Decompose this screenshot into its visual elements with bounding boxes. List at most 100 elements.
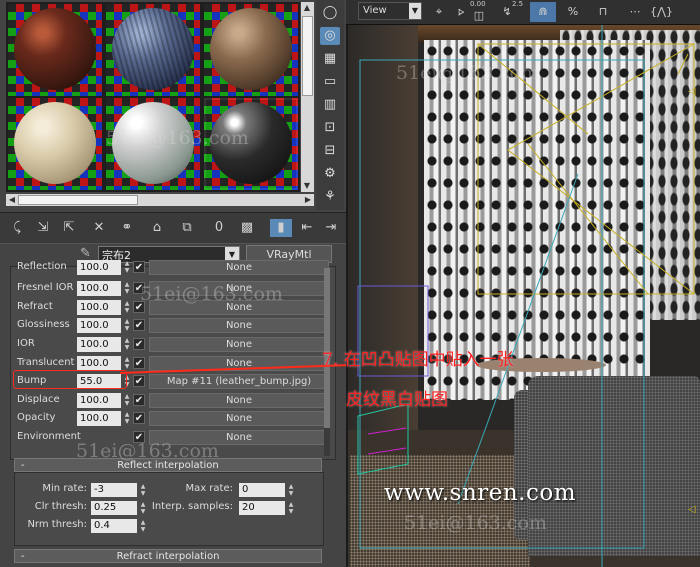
param-label: Displace [17, 394, 60, 405]
spinner-icon[interactable]: ▲ ▼ [287, 501, 295, 515]
scroll-up-icon[interactable]: ▲ [301, 2, 313, 14]
param-row: Reflection 100.0 ▲ ▼ ✔ None [11, 259, 331, 277]
slots-horizontal-scrollbar[interactable]: ◀ ▶ [6, 194, 314, 206]
param-checkbox[interactable]: ✔ [133, 261, 145, 273]
param-checkbox[interactable]: ✔ [133, 412, 145, 424]
refract-interpolation-rollout[interactable]: - Refract interpolation [14, 549, 322, 563]
show-end-result-icon[interactable]: ▮ [270, 219, 292, 237]
options-icon[interactable]: ⚙ [320, 165, 340, 183]
spinner-icon[interactable]: ▲ ▼ [123, 411, 131, 426]
param-row: Glossiness 100.0 ▲ ▼ ✔ None [11, 317, 331, 335]
make-preview-icon[interactable]: ⊟ [320, 142, 340, 160]
max-rate-field[interactable]: 0 [239, 483, 285, 497]
param-map-button[interactable]: None [149, 337, 329, 352]
delete-icon[interactable]: ✕ [88, 219, 110, 237]
param-checkbox[interactable]: ✔ [133, 338, 145, 350]
bump-checkbox[interactable]: ✔ [133, 375, 145, 387]
material-id-icon[interactable]: ⧉ [176, 219, 198, 237]
sample-slot-1[interactable] [8, 4, 102, 96]
chevron-down-icon[interactable]: ▼ [409, 3, 421, 19]
watermark: 51ei@163.com [404, 512, 547, 534]
sample-slot-2[interactable] [106, 4, 200, 96]
param-map-button[interactable]: None [149, 411, 329, 426]
param-value-field[interactable]: 100.0 [77, 356, 121, 371]
material-id-value[interactable]: 0 [208, 219, 230, 237]
go-forward-icon[interactable]: ⇥ [320, 219, 342, 237]
svg-text:◁: ◁ [688, 86, 696, 97]
sample-type-icon[interactable]: ◎ [320, 27, 340, 45]
clr-thresh-field[interactable]: 0.25 [91, 501, 137, 515]
spinner-icon[interactable]: ▲ ▼ [139, 519, 147, 533]
nrm-thresh-label: Nrm thresh: [27, 519, 87, 530]
scroll-down-icon[interactable]: ▼ [301, 180, 313, 192]
put-to-library-icon[interactable]: ⌂ [146, 219, 168, 237]
spinner-icon[interactable]: ▲ ▼ [123, 393, 131, 408]
reference-coordinate-dropdown[interactable]: View ▼ [358, 2, 422, 20]
view-label: View [363, 5, 387, 16]
spinner-icon[interactable]: ▲ ▼ [123, 260, 131, 275]
svg-text:◁: ◁ [688, 504, 696, 515]
param-map-button[interactable]: None [149, 318, 329, 333]
annotation-step-text-line2: 皮纹黑白贴图 [346, 390, 448, 410]
uv-tiling-icon[interactable]: ▥ [320, 96, 340, 114]
go-to-parent-icon[interactable]: ⇤ [296, 219, 318, 237]
param-label: Translucent [17, 357, 75, 368]
param-label: Opacity [17, 412, 56, 423]
param-value-field[interactable]: 100.0 [77, 337, 121, 352]
spinner-icon[interactable]: ▲ ▼ [123, 281, 131, 296]
curve-editor-icon[interactable]: {⋀} [650, 2, 673, 22]
spinner-icon[interactable]: ▲ ▼ [123, 300, 131, 315]
param-map-button[interactable]: None [149, 393, 329, 408]
param-label: IOR [17, 338, 35, 349]
param-label: Fresnel IOR [17, 282, 74, 293]
sphere-icon[interactable]: ◯ [320, 4, 340, 22]
param-value-field[interactable]: 100.0 [77, 393, 121, 408]
param-label: Reflection [17, 261, 67, 272]
spinner-icon[interactable]: ▲ ▼ [123, 356, 131, 371]
param-value-field[interactable]: 100.0 [77, 318, 121, 333]
param-checkbox[interactable]: ✔ [133, 357, 145, 369]
param-map-button[interactable]: None [149, 260, 329, 275]
param-checkbox[interactable]: ✔ [133, 394, 145, 406]
param-value-field[interactable]: 100.0 [77, 260, 121, 275]
make-unique-icon[interactable]: ⚭ [116, 219, 138, 237]
spinner-icon[interactable]: ▲ ▼ [139, 483, 147, 497]
mirror-icon[interactable]: % [562, 2, 584, 22]
param-row: IOR 100.0 ▲ ▼ ✔ None [11, 336, 331, 354]
spinner-icon[interactable]: ▲ ▼ [287, 483, 295, 497]
align-icon[interactable]: ⊓ [592, 2, 614, 22]
scroll-left-icon[interactable]: ◀ [6, 194, 18, 206]
background-checker-icon[interactable]: ▦ [320, 50, 340, 68]
magnet-icon[interactable]: ⋒ [530, 2, 556, 22]
spinner-icon[interactable]: ▲ ▼ [123, 318, 131, 333]
param-checkbox[interactable]: ✔ [133, 319, 145, 331]
bump-highlight-annotation [13, 370, 127, 389]
percent-snap-icon[interactable]: ◫ [468, 6, 490, 26]
sample-slot-4[interactable] [8, 98, 102, 190]
param-value-field[interactable]: 100.0 [77, 300, 121, 315]
min-rate-label: Min rate: [42, 483, 87, 494]
assign-to-selection-icon[interactable]: ⇱ [58, 219, 80, 237]
named-selection-icon[interactable]: ⋯ [624, 2, 646, 22]
sample-slot-3[interactable] [204, 4, 298, 96]
get-material-icon[interactable]: ⤹ [6, 219, 28, 237]
clr-thresh-label: Clr thresh: [34, 501, 87, 512]
wood-sphere-icon [210, 8, 292, 90]
show-map-icon[interactable]: ▩ [236, 219, 258, 237]
slots-vertical-scrollbar[interactable]: ▲ ▼ [301, 2, 314, 192]
spinner-icon[interactable]: ▲ ▼ [123, 337, 131, 352]
spinner-icon[interactable]: ▲ ▼ [139, 501, 147, 515]
nrm-thresh-field[interactable]: 0.4 [91, 519, 137, 533]
backlight-icon[interactable]: ▭ [320, 73, 340, 91]
bump-map-button[interactable]: Map #11 (leather_bump.jpg) [149, 374, 329, 389]
scroll-right-icon[interactable]: ▶ [302, 194, 314, 206]
put-to-scene-icon[interactable]: ⇲ [32, 219, 54, 237]
interp-samples-field[interactable]: 20 [239, 501, 285, 515]
video-check-icon[interactable]: ⊡ [320, 119, 340, 137]
param-value-field[interactable]: 100.0 [77, 281, 121, 296]
select-object-icon[interactable]: ⌖ [428, 2, 450, 22]
select-by-material-icon[interactable]: ⚘ [320, 188, 340, 206]
max-rate-label: Max rate: [185, 483, 233, 494]
param-value-field[interactable]: 100.0 [77, 411, 121, 426]
min-rate-field[interactable]: -3 [91, 483, 137, 497]
